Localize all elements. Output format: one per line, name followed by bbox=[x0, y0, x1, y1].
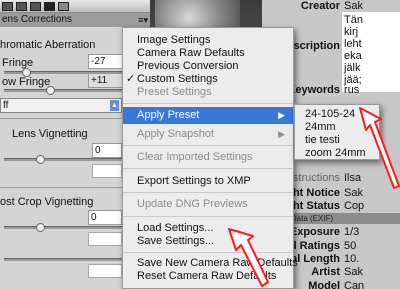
defringe-value: ff bbox=[3, 100, 9, 111]
description-line: leht bbox=[344, 38, 362, 50]
tone-curve-tab-icon[interactable] bbox=[16, 2, 27, 11]
submenu-arrow-icon: ▶ bbox=[278, 110, 285, 120]
model-label: Model bbox=[308, 280, 340, 289]
lens-vignetting-slider[interactable] bbox=[4, 158, 124, 161]
post-crop-slider[interactable] bbox=[4, 226, 124, 229]
menu-item-apply-snapshot: Apply Snapshot ▶ bbox=[123, 128, 293, 141]
lens-vignetting-amount[interactable]: 0 bbox=[92, 143, 122, 158]
copyright-status-value: Cop bbox=[344, 200, 365, 212]
split-toning-tab-icon[interactable] bbox=[58, 2, 69, 11]
blue-fringe-label: ow Fringe bbox=[2, 76, 51, 88]
model-value: Can bbox=[344, 280, 365, 289]
annotation-arrow-icon bbox=[359, 107, 400, 189]
basic-tab-icon[interactable] bbox=[2, 2, 13, 11]
menu-separator bbox=[123, 145, 293, 146]
menu-separator bbox=[123, 192, 293, 193]
description-line: rus bbox=[344, 84, 360, 96]
lens-vignetting-slider-thumb[interactable] bbox=[36, 155, 45, 164]
menu-separator bbox=[123, 103, 293, 104]
focal-length-value: 10. bbox=[344, 253, 360, 265]
red-fringe-label: Fringe bbox=[2, 57, 34, 69]
defringe-select[interactable]: ff ▲ bbox=[0, 98, 122, 113]
speed-ratings-value: 50 bbox=[344, 240, 357, 252]
panel-header: ens Corrections ≡▾ bbox=[0, 13, 150, 27]
menu-item-preset-settings: Preset Settings bbox=[137, 86, 212, 98]
submenu-arrow-icon: ▶ bbox=[278, 129, 285, 139]
artist-label: Artist bbox=[311, 266, 340, 278]
menu-item-update-dng-previews: Update DNG Previews bbox=[137, 198, 248, 210]
menu-item-apply-preset[interactable]: Apply Preset ▶ bbox=[123, 107, 293, 124]
panel-tab-toolbar bbox=[0, 0, 150, 13]
menu-item-custom-settings[interactable]: ✓ Custom Settings bbox=[123, 73, 293, 86]
menu-item-clear-imported-settings: Clear Imported Settings bbox=[137, 151, 253, 163]
checkmark-icon: ✓ bbox=[126, 73, 136, 85]
post-crop-roundness-field[interactable] bbox=[88, 264, 122, 278]
exposure-value: 1/3 bbox=[344, 226, 360, 238]
lens-vignetting-title: Lens Vignetting bbox=[12, 128, 88, 140]
menu-item-previous-conversion[interactable]: Previous Conversion bbox=[123, 60, 293, 73]
menu-item-image-settings[interactable]: Image Settings bbox=[123, 34, 293, 47]
description-line: eka bbox=[344, 50, 362, 62]
menu-separator bbox=[123, 168, 293, 169]
menu-item-export-settings-to-xmp[interactable]: Export Settings to XMP bbox=[123, 175, 293, 188]
menu-item-label: Apply Snapshot bbox=[137, 128, 215, 140]
artist-value: Sak bbox=[344, 266, 363, 278]
blue-fringe-slider-thumb[interactable] bbox=[46, 86, 55, 95]
annotation-arrow-icon bbox=[228, 228, 269, 287]
post-crop-amount[interactable]: 0 bbox=[88, 210, 122, 225]
panel-menu-icon[interactable]: ≡▾ bbox=[138, 13, 148, 27]
post-crop-vignetting-title: ost Crop Vignetting bbox=[0, 196, 94, 208]
description-line: kirj bbox=[344, 26, 359, 38]
chromatic-aberration-title: hromatic Aberration bbox=[0, 39, 96, 51]
detail-tab-icon[interactable] bbox=[30, 2, 41, 11]
lens-vignetting-midpoint-field[interactable] bbox=[92, 164, 122, 178]
menu-item-label: Apply Preset bbox=[137, 109, 200, 121]
post-crop-midpoint-slider[interactable] bbox=[4, 258, 124, 261]
menu-separator bbox=[123, 216, 293, 217]
description-line: jälk bbox=[344, 62, 361, 74]
post-crop-midpoint-field[interactable] bbox=[88, 232, 122, 246]
select-arrows-icon: ▲ bbox=[110, 100, 119, 111]
creator-label: Creator bbox=[300, 0, 340, 12]
exposure-label: Exposure bbox=[289, 226, 340, 238]
hsl-tab-icon[interactable] bbox=[44, 2, 55, 11]
description-line: Tän bbox=[344, 14, 363, 26]
keywords-label: Keywords bbox=[287, 84, 340, 96]
panel-title: ens Corrections bbox=[2, 14, 73, 25]
post-crop-slider-thumb[interactable] bbox=[36, 223, 45, 232]
blue-fringe-slider[interactable] bbox=[4, 89, 124, 92]
menu-item-camera-raw-defaults[interactable]: Camera Raw Defaults bbox=[123, 47, 293, 60]
creator-value: Sak bbox=[344, 0, 363, 12]
menu-item-label: Custom Settings bbox=[137, 73, 218, 85]
